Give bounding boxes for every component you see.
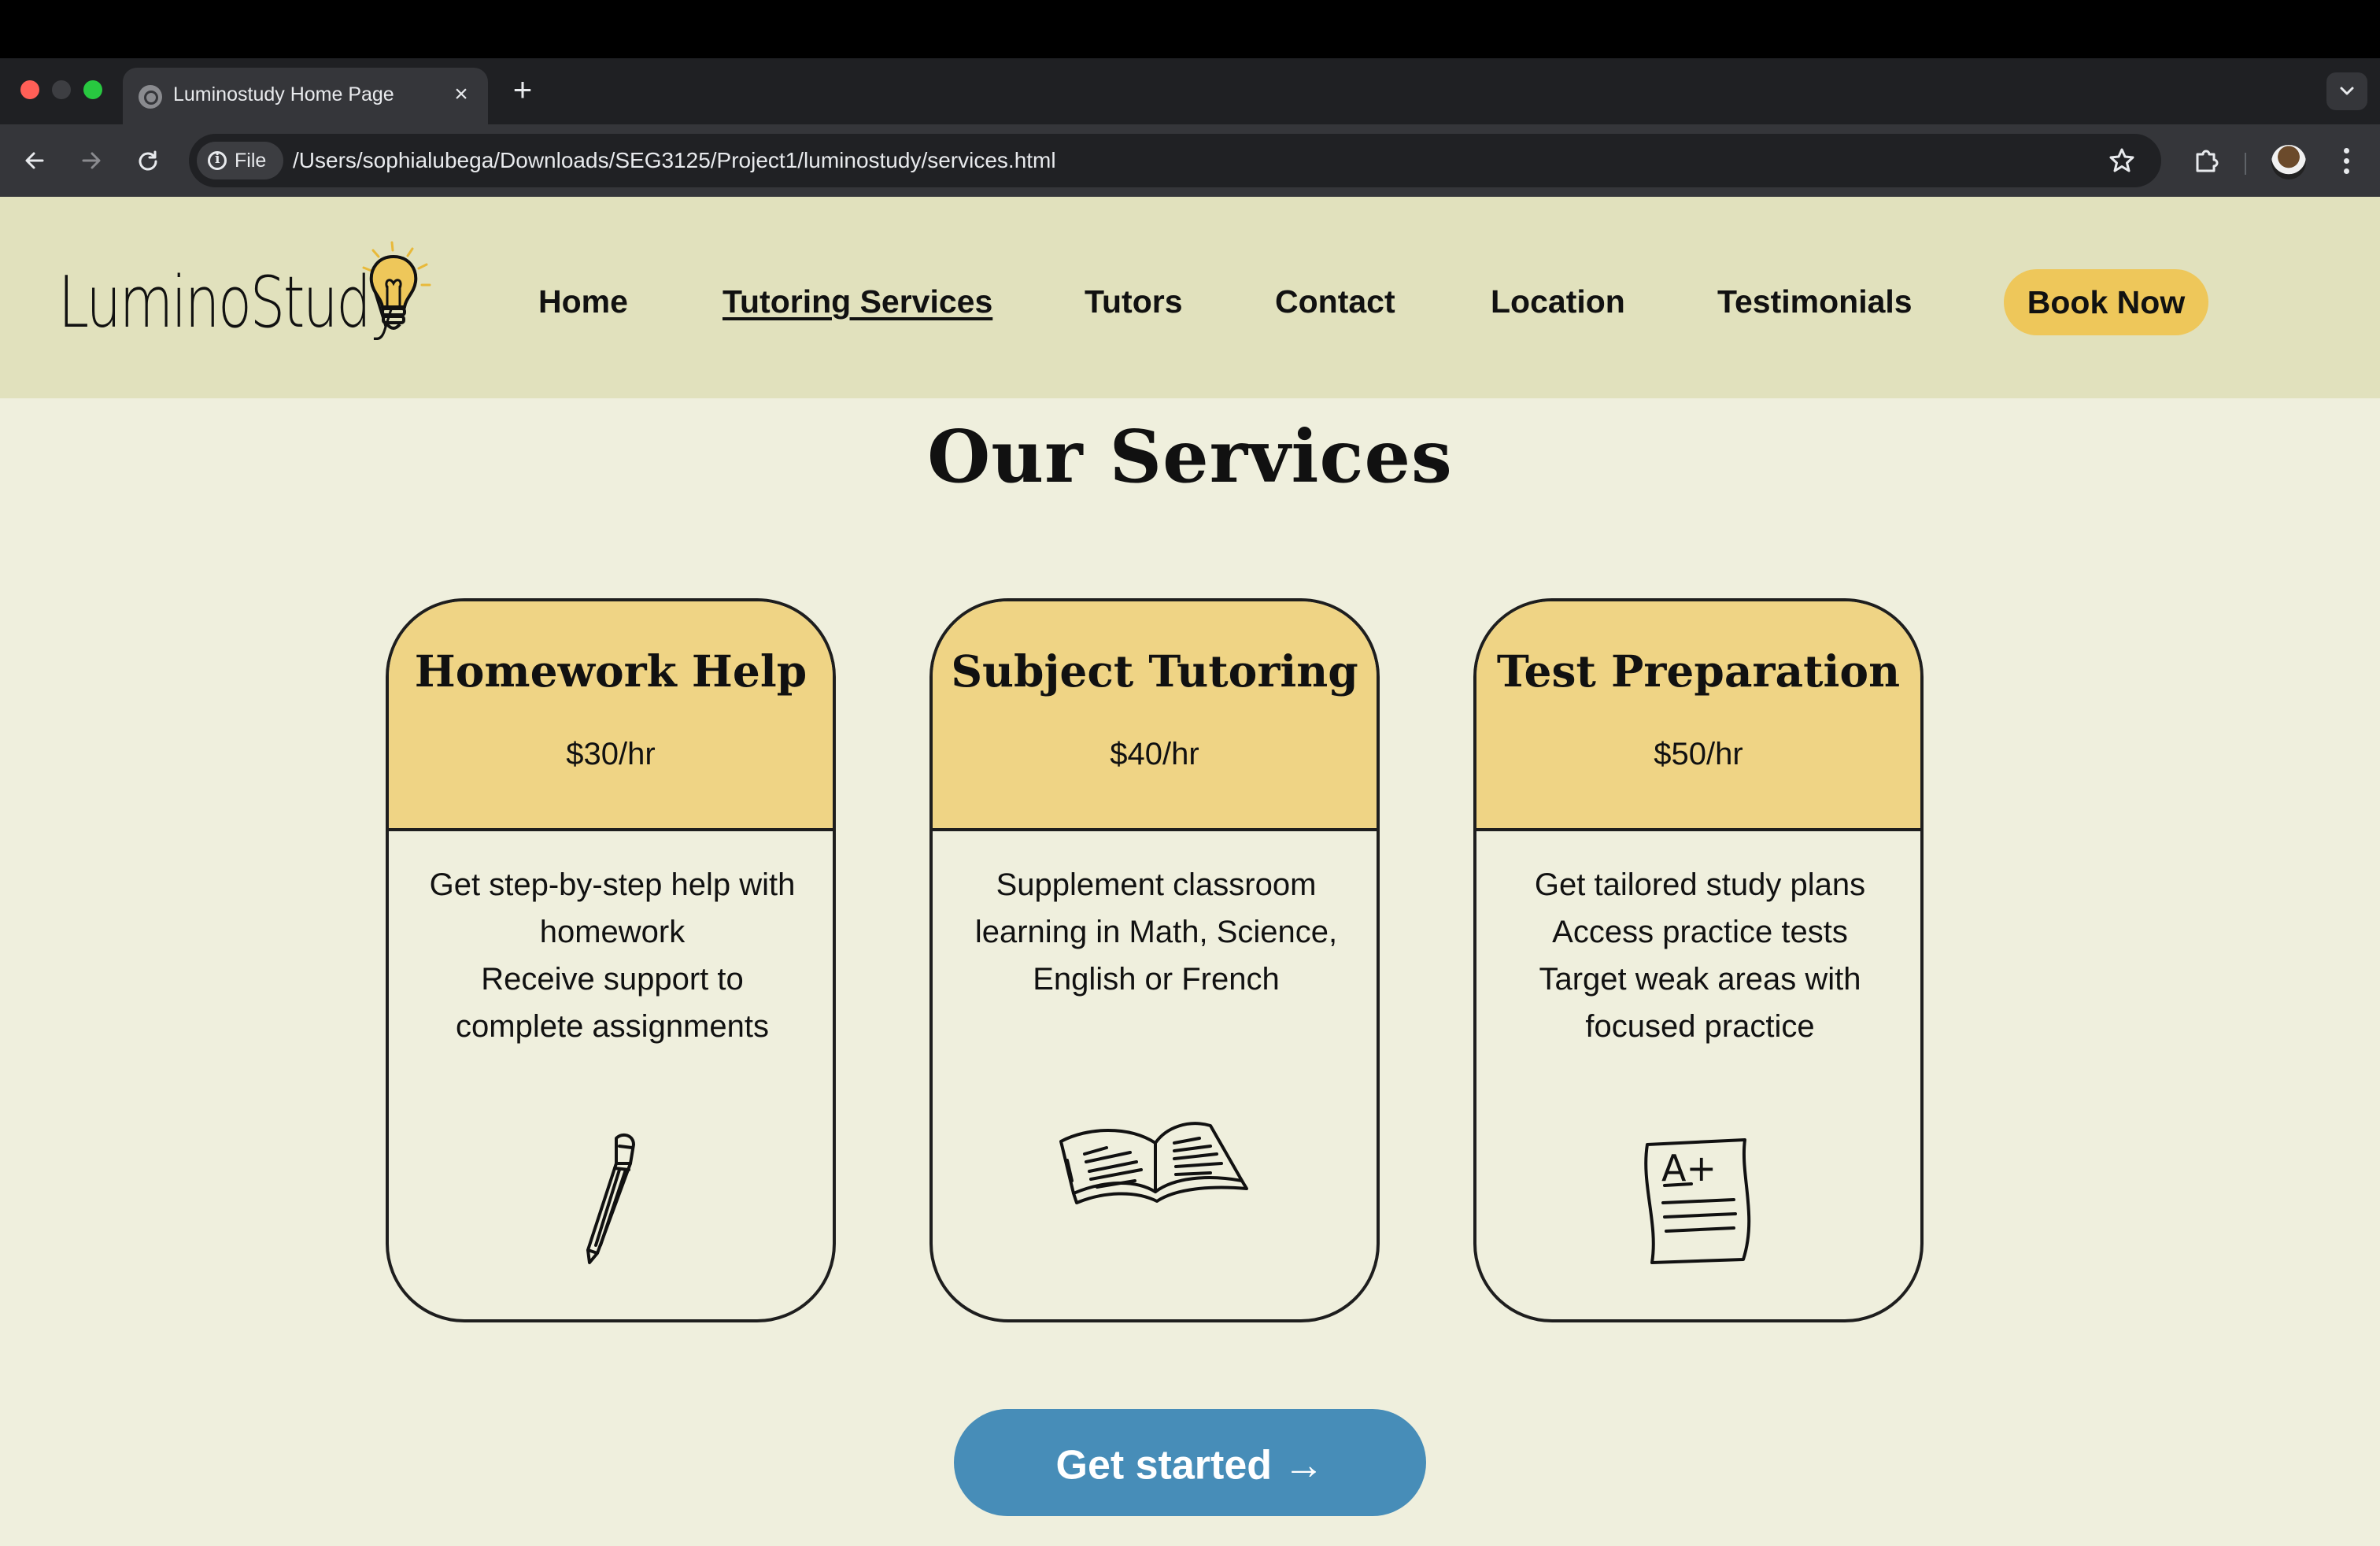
reload-icon (139, 150, 157, 171)
back-button[interactable] (16, 142, 54, 179)
info-icon (208, 151, 227, 170)
card-line: Supplement classroom (996, 867, 1317, 902)
chevron-down-icon (2340, 87, 2354, 95)
profile-avatar[interactable] (2271, 145, 2306, 179)
card-line: Access practice tests (1552, 915, 1848, 949)
tab-title: Luminostudy Home Page (173, 83, 394, 105)
card-line: homework (539, 915, 686, 949)
pencil-icon (389, 1129, 833, 1274)
card-price: $50/hr (1654, 737, 1743, 771)
card-line: complete assignments (456, 1009, 769, 1044)
nav-home[interactable]: Home (538, 283, 628, 320)
card-title: Homework Help (414, 645, 808, 697)
card-header: Subject Tutoring $40/hr (933, 601, 1377, 831)
nav-tutors[interactable]: Tutors (1085, 283, 1183, 320)
card-line: Get tailored study plans (1534, 867, 1866, 902)
card-title: Subject Tutoring (951, 645, 1358, 697)
card-title: Test Preparation (1496, 645, 1901, 697)
service-card-test-preparation[interactable]: Test Preparation $50/hr Get tailored stu… (1473, 598, 1924, 1322)
arrow-left-icon (25, 152, 44, 169)
card-line: Get step-by-step help with (429, 867, 796, 902)
service-card-homework-help[interactable]: Homework Help $30/hr Get step-by-step he… (386, 598, 836, 1322)
browser-toolbar: File /Users/sophialubega/Downloads/SEG31… (0, 124, 2380, 197)
logo-text: LuminoStudy (58, 261, 402, 344)
window-close-button[interactable] (20, 80, 39, 99)
address-bar[interactable]: File /Users/sophialubega/Downloads/SEG31… (189, 134, 2161, 187)
card-price: $30/hr (566, 737, 656, 771)
nav-tutoring-services[interactable]: Tutoring Services (722, 283, 992, 320)
test-grade-label: A+ (1661, 1147, 1717, 1189)
more-menu-icon[interactable] (2334, 143, 2358, 181)
card-description: Get step-by-step help with homework Rece… (405, 861, 820, 1050)
site-info-chip[interactable]: File (197, 142, 283, 179)
card-header: Test Preparation $50/hr (1476, 601, 1920, 831)
web-page: LuminoStudy Home Tutoring Services Tutor… (0, 197, 2380, 1546)
lightbulb-icon (362, 241, 431, 330)
service-card-subject-tutoring[interactable]: Subject Tutoring $40/hr Supplement class… (929, 598, 1380, 1322)
card-line: learning in Math, Science, (974, 915, 1338, 949)
nav-contact[interactable]: Contact (1275, 283, 1395, 320)
reload-button[interactable] (129, 142, 167, 179)
tab-close-icon[interactable]: × (447, 80, 475, 109)
tab-search-button[interactable] (2326, 72, 2367, 110)
card-header: Homework Help $30/hr (389, 601, 833, 831)
graded-test-icon: A+ (1476, 1129, 1920, 1274)
window-maximize-button[interactable] (83, 80, 102, 99)
get-started-label: Get started (1055, 1442, 1273, 1489)
card-price: $40/hr (1110, 737, 1199, 771)
card-description: Get tailored study plans Access practice… (1492, 861, 1908, 1050)
url-text[interactable]: /Users/sophialubega/Downloads/SEG3125/Pr… (293, 148, 1056, 173)
globe-icon (139, 85, 162, 109)
page-title: Our Services (927, 414, 1453, 499)
arrow-right-icon (82, 152, 101, 169)
nav-testimonials[interactable]: Testimonials (1717, 283, 1913, 320)
card-line: Receive support to (481, 962, 744, 997)
card-line: focused practice (1585, 1009, 1815, 1044)
window-minimize-button[interactable] (52, 80, 71, 99)
site-info-label: File (235, 150, 267, 172)
card-description: Supplement classroom learning in Math, S… (948, 861, 1364, 1003)
book-now-button[interactable]: Book Now (2004, 269, 2208, 335)
toolbar-separator (2245, 153, 2246, 175)
forward-button[interactable] (72, 142, 110, 179)
bookmark-star-icon[interactable] (2106, 145, 2138, 176)
arrow-right-icon: → (1283, 1442, 1325, 1489)
card-line: English or French (1033, 962, 1280, 997)
system-menubar (0, 0, 2380, 58)
card-line: Target weak areas with (1539, 962, 1861, 997)
site-header: LuminoStudy Home Tutoring Services Tutor… (0, 197, 2380, 398)
new-tab-button[interactable]: + (507, 72, 538, 107)
get-started-button[interactable]: Get started → (954, 1409, 1426, 1516)
extensions-puzzle-icon[interactable] (2188, 142, 2226, 179)
nav-location[interactable]: Location (1491, 283, 1625, 320)
browser-tab-active[interactable]: Luminostudy Home Page × (123, 68, 488, 124)
open-book-icon (933, 1105, 1377, 1219)
